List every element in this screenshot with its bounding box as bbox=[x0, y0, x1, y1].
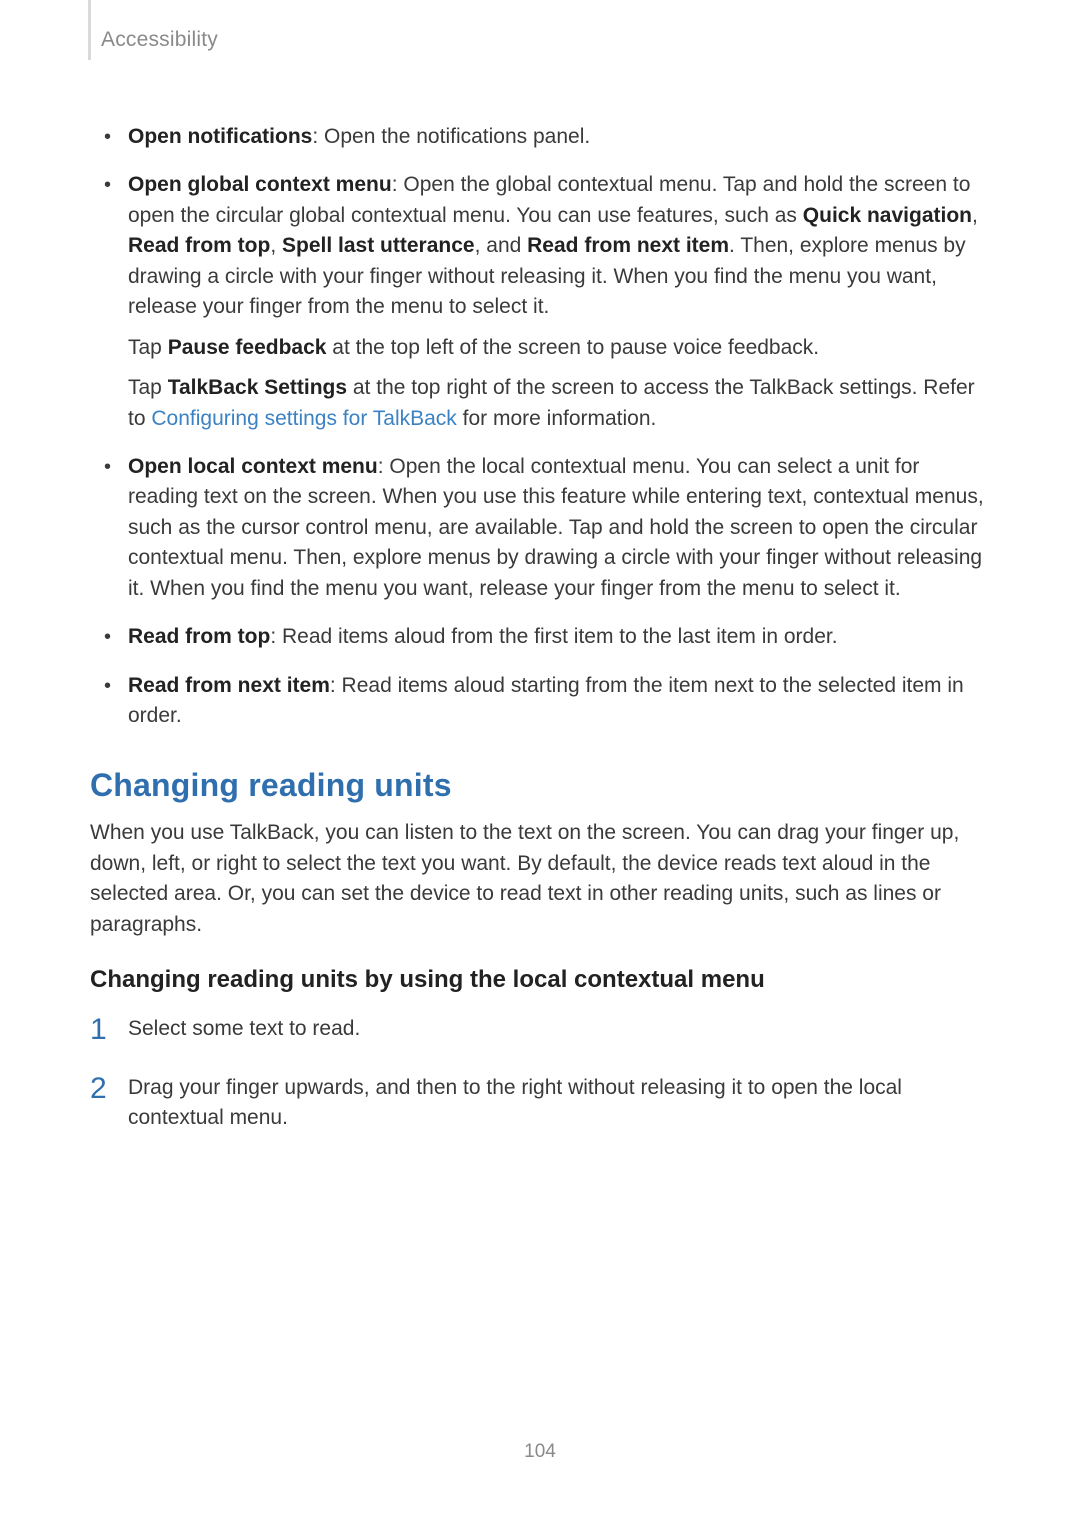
bold-text: Pause feedback bbox=[168, 336, 327, 359]
bold-text: Spell last utterance bbox=[282, 234, 475, 257]
step-number: 2 bbox=[90, 1067, 107, 1111]
section-heading: Changing reading units bbox=[90, 767, 990, 804]
steps-list: 1Select some text to read.2Drag your fin… bbox=[90, 1014, 990, 1133]
text-run: , and bbox=[475, 234, 528, 257]
step-item: 2Drag your finger upwards, and then to t… bbox=[128, 1073, 990, 1134]
text-run: Tap bbox=[128, 376, 168, 399]
page-number: 104 bbox=[0, 1441, 1080, 1463]
bold-text: Read from top bbox=[128, 625, 270, 648]
text-run: , bbox=[972, 204, 978, 227]
bullet-item: Open global context menu: Open the globa… bbox=[128, 170, 990, 434]
subheading: Changing reading units by using the loca… bbox=[90, 966, 990, 994]
bold-text: Read from next item bbox=[527, 234, 729, 257]
step-text: Drag your finger upwards, and then to th… bbox=[128, 1076, 902, 1129]
bullet-item: Read from next item: Read items aloud st… bbox=[128, 671, 990, 732]
bold-text: Read from next item bbox=[128, 674, 330, 697]
text-run: for more information. bbox=[457, 407, 657, 430]
text-run: : Read items aloud from the first item t… bbox=[270, 625, 837, 648]
text-run: : Open the notifications panel. bbox=[312, 125, 590, 148]
step-text: Select some text to read. bbox=[128, 1017, 360, 1040]
step-number: 1 bbox=[90, 1008, 107, 1052]
content-area: Open notifications: Open the notificatio… bbox=[90, 22, 990, 1134]
bullet-item: Open notifications: Open the notificatio… bbox=[128, 122, 990, 152]
bold-text: Read from top bbox=[128, 234, 270, 257]
bullet-list: Open notifications: Open the notificatio… bbox=[90, 122, 990, 731]
text-run: , bbox=[270, 234, 282, 257]
bold-text: TalkBack Settings bbox=[168, 376, 347, 399]
bold-text: Quick navigation bbox=[803, 204, 972, 227]
bullet-item: Read from top: Read items aloud from the… bbox=[128, 622, 990, 652]
bullet-sub-paragraph: Tap Pause feedback at the top left of th… bbox=[128, 333, 990, 363]
bullet-item: Open local context menu: Open the local … bbox=[128, 452, 990, 604]
text-run: Tap bbox=[128, 336, 168, 359]
bold-text: Open local context menu bbox=[128, 455, 378, 478]
bold-text: Open global context menu bbox=[128, 173, 392, 196]
header-rule bbox=[88, 0, 91, 60]
page: Accessibility Open notifications: Open t… bbox=[0, 0, 1080, 1527]
text-run: at the top left of the screen to pause v… bbox=[326, 336, 819, 359]
header-title: Accessibility bbox=[101, 28, 218, 52]
link-text[interactable]: Configuring settings for TalkBack bbox=[151, 407, 456, 430]
section-body: When you use TalkBack, you can listen to… bbox=[90, 818, 990, 940]
step-item: 1Select some text to read. bbox=[128, 1014, 990, 1044]
bullet-sub-paragraph: Tap TalkBack Settings at the top right o… bbox=[128, 373, 990, 434]
bold-text: Open notifications bbox=[128, 125, 312, 148]
